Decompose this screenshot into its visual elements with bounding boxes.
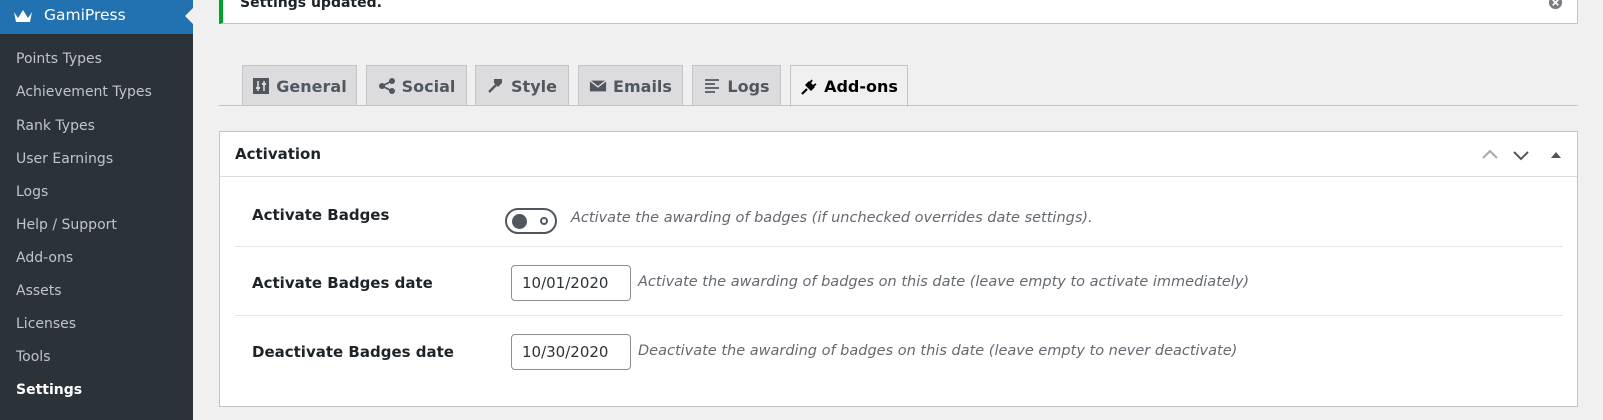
sidebar-brand-label: GamiPress — [44, 6, 126, 24]
sidebar-item-tools[interactable]: Tools — [16, 349, 51, 365]
list-icon — [703, 77, 721, 95]
sidebar-item-help-support[interactable]: Help / Support — [16, 217, 117, 233]
activate-badges-description: Activate the awarding of badges (if unch… — [571, 210, 1093, 226]
chevron-up-icon[interactable] — [1480, 146, 1500, 164]
field-label-activate-badges: Activate Badges — [252, 206, 390, 224]
row-divider — [235, 246, 1563, 247]
paint-brush-icon — [487, 77, 505, 95]
field-label-activate-badges-date: Activate Badges date — [252, 274, 433, 292]
notice-text: Settings updated. — [240, 0, 382, 11]
sidebar-item-user-earnings[interactable]: User Earnings — [16, 151, 113, 167]
activation-panel: Activation Activate Badges Activate the … — [219, 131, 1578, 407]
crown-icon — [12, 7, 34, 29]
activate-badges-date-input[interactable] — [511, 265, 631, 301]
settings-updated-notice: Settings updated. — [219, 0, 1578, 24]
tab-emails-label: Emails — [613, 76, 672, 96]
dismiss-notice-icon[interactable] — [1548, 0, 1563, 10]
tab-logs[interactable]: Logs — [692, 65, 781, 106]
sidebar-item-achievement-types[interactable]: Achievement Types — [16, 84, 152, 100]
tab-social-label: Social — [401, 76, 456, 96]
tab-style[interactable]: Style — [475, 65, 569, 106]
share-icon — [378, 77, 396, 95]
panel-header: Activation — [220, 132, 1577, 177]
email-icon — [589, 77, 607, 95]
chevron-down-icon[interactable] — [1511, 146, 1531, 164]
deactivate-badges-date-input[interactable] — [511, 334, 631, 370]
tab-add-ons-label: Add-ons — [824, 77, 898, 96]
sliders-icon — [252, 77, 270, 95]
tab-add-ons[interactable]: Add-ons — [790, 65, 908, 107]
current-menu-arrow — [185, 8, 193, 24]
tabs-divider — [219, 105, 1578, 106]
tab-general[interactable]: General — [242, 65, 357, 106]
activate-badges-toggle[interactable] — [505, 208, 557, 234]
sidebar-item-points-types[interactable]: Points Types — [16, 51, 102, 67]
toggle-off-indicator — [540, 217, 548, 225]
deactivate-badges-date-description: Deactivate the awarding of badges on thi… — [638, 343, 1238, 359]
panel-title: Activation — [235, 145, 322, 163]
sidebar-item-licenses[interactable]: Licenses — [16, 316, 76, 332]
sidebar-item-add-ons[interactable]: Add-ons — [16, 250, 73, 266]
tab-general-label: General — [276, 76, 347, 96]
toggle-knob — [512, 214, 527, 229]
sidebar-brand-gamipress[interactable]: GamiPress — [0, 0, 193, 34]
row-divider — [235, 315, 1563, 316]
tab-logs-label: Logs — [727, 76, 770, 96]
tab-style-label: Style — [511, 76, 557, 96]
sidebar-item-settings[interactable]: Settings — [16, 382, 82, 398]
tab-emails[interactable]: Emails — [578, 65, 683, 106]
sidebar-item-logs[interactable]: Logs — [16, 184, 48, 200]
tab-social[interactable]: Social — [366, 65, 467, 106]
admin-sidebar: GamiPress Points Types Achievement Types… — [0, 0, 193, 420]
plugin-icon — [800, 78, 818, 96]
field-label-deactivate-badges-date: Deactivate Badges date — [252, 343, 454, 361]
sidebar-item-assets[interactable]: Assets — [16, 283, 62, 299]
sidebar-item-rank-types[interactable]: Rank Types — [16, 118, 95, 134]
activate-badges-date-description: Activate the awarding of badges on this … — [638, 274, 1250, 290]
collapse-toggle-icon[interactable] — [1549, 146, 1569, 164]
